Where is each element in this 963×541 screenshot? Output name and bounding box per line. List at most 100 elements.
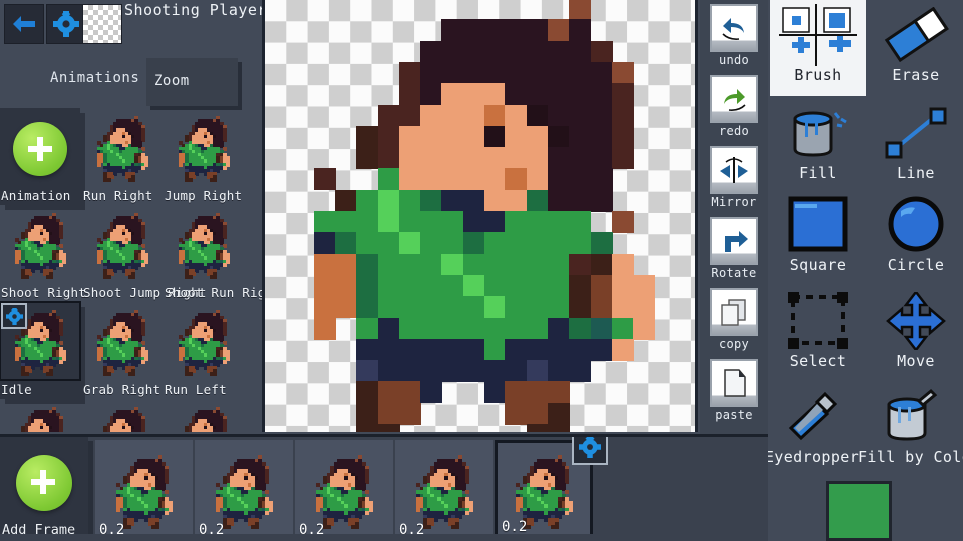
tool-erase[interactable]: Erase xyxy=(868,0,963,96)
animation-item[interactable]: Grab Right xyxy=(82,302,162,399)
sprite-pixel xyxy=(377,296,400,319)
sprite-pixel xyxy=(313,232,336,255)
animation-item[interactable] xyxy=(0,399,80,432)
timeline-frame[interactable]: 0.2 xyxy=(95,440,193,540)
sprite-pixel xyxy=(334,211,357,233)
animation-item[interactable]: Shoot Right xyxy=(0,205,86,302)
sprite-pixel xyxy=(441,274,464,297)
tool-brush[interactable]: Brush xyxy=(770,0,866,96)
sprite-pixel xyxy=(526,402,549,425)
animation-item[interactable] xyxy=(164,399,244,432)
tool-mirror[interactable]: Mirror xyxy=(706,146,762,216)
sprite-thumbnail xyxy=(406,446,482,534)
sprite-pixel xyxy=(590,232,613,255)
sprite-pixel xyxy=(484,274,506,297)
timeline-frame[interactable]: 0.2 xyxy=(195,440,293,540)
sprite-pixel xyxy=(377,189,400,212)
tool-select[interactable]: Select xyxy=(770,286,866,382)
tab-zoom[interactable]: Zoom xyxy=(146,58,238,106)
add-animation-label: Animation xyxy=(1,188,71,203)
gear-icon xyxy=(5,307,23,325)
sprite-pixel xyxy=(398,168,421,191)
tool-paste[interactable]: paste xyxy=(706,359,762,429)
sprite-pixel xyxy=(420,360,443,383)
frame-thumbnail xyxy=(306,446,382,534)
tool-copy[interactable]: copy xyxy=(706,288,762,358)
tool-line[interactable]: Line xyxy=(868,98,963,194)
sprite-pixel xyxy=(484,338,506,361)
sprite-pixel xyxy=(484,296,506,319)
tab-animations[interactable]: Animations xyxy=(50,70,139,86)
sprite-pixel xyxy=(547,296,570,319)
sprite-pixel xyxy=(377,104,400,127)
sprite-pixel xyxy=(420,338,443,361)
sprite-pixel xyxy=(398,317,421,340)
animation-settings-badge[interactable] xyxy=(1,303,27,329)
plus-icon xyxy=(16,455,72,511)
current-color-swatch[interactable] xyxy=(826,481,892,541)
timeline-frame[interactable]: 0.2 xyxy=(295,440,393,540)
animation-label: Shoot Run Right xyxy=(165,285,262,300)
tool-redo[interactable]: redo xyxy=(706,75,762,145)
animation-item[interactable]: Idle xyxy=(0,301,81,399)
sprite-pixel xyxy=(547,274,570,297)
sprite-pixel xyxy=(505,168,528,191)
animation-item[interactable] xyxy=(82,399,162,432)
back-arrow-icon xyxy=(13,16,35,32)
back-button[interactable] xyxy=(4,4,44,44)
sprite-pixel xyxy=(334,253,357,276)
sprite-pixel xyxy=(420,147,443,170)
add-frame-button[interactable]: Add Frame xyxy=(0,437,88,541)
sprite-pixel xyxy=(484,232,506,255)
animation-item[interactable]: Run Right xyxy=(82,108,162,205)
animation-thumbnail xyxy=(82,108,162,186)
sprite-pixel xyxy=(441,211,464,233)
timeline-frame[interactable]: 0.2 xyxy=(395,440,493,540)
sprite-pixel xyxy=(398,83,421,106)
sprite-pixel xyxy=(611,61,634,84)
tool-fill-by-color[interactable]: Fill by Color xyxy=(858,382,963,478)
animation-item[interactable]: Run Left xyxy=(164,302,244,399)
sprite-pixel xyxy=(377,168,400,191)
animation-label: Idle xyxy=(1,382,32,397)
sprite-pixel xyxy=(547,104,570,127)
tool-circle[interactable]: Circle xyxy=(868,190,963,286)
transparent-color-swatch[interactable] xyxy=(82,4,122,44)
sprite-pixel xyxy=(441,338,464,361)
settings-button[interactable] xyxy=(46,4,86,44)
animation-item[interactable]: Jump Right xyxy=(164,108,244,205)
tool-undo[interactable]: undo xyxy=(706,4,762,74)
animation-settings-badge[interactable] xyxy=(572,437,608,465)
sprite-pixel xyxy=(484,40,506,63)
sprite-pixel xyxy=(505,253,528,276)
tool-rotate[interactable]: Rotate xyxy=(706,217,762,287)
sprite-pixel xyxy=(590,40,613,63)
animation-thumbnail xyxy=(164,302,244,380)
sprite-pixel xyxy=(569,232,592,255)
timeline-frame[interactable]: 0.2 xyxy=(495,437,608,540)
tool-label: Rotate xyxy=(711,266,757,280)
tool-fill[interactable]: Fill xyxy=(770,98,866,194)
sprite-pixel xyxy=(420,274,443,297)
sprite-pixel xyxy=(377,338,400,361)
sprite-pixel xyxy=(398,402,421,425)
animation-item[interactable]: Shoot Run Right xyxy=(164,205,262,302)
sprite-pixel xyxy=(526,125,549,148)
sprite-pixel xyxy=(590,338,613,361)
sprite-pixel xyxy=(441,104,464,127)
sprite-pixel xyxy=(313,253,336,276)
tool-move[interactable]: Move xyxy=(868,286,963,382)
sprite-canvas[interactable] xyxy=(262,0,698,432)
sprite-pixel xyxy=(505,211,528,233)
sprite-pixel xyxy=(313,296,336,319)
tool-eyedropper[interactable]: Eyedropper xyxy=(764,382,860,478)
sprite-pixel xyxy=(356,424,379,432)
tool-square[interactable]: Square xyxy=(770,190,866,286)
sprite-pixel xyxy=(377,125,400,148)
sprite-pixel xyxy=(462,40,485,63)
add-animation-button[interactable]: Animation xyxy=(0,108,80,205)
animation-item[interactable]: Shoot Jump Right xyxy=(82,205,206,302)
animation-label: Shoot Jump Right xyxy=(83,285,207,300)
animation-thumbnail xyxy=(82,302,162,380)
sprite-pixel xyxy=(547,381,570,404)
